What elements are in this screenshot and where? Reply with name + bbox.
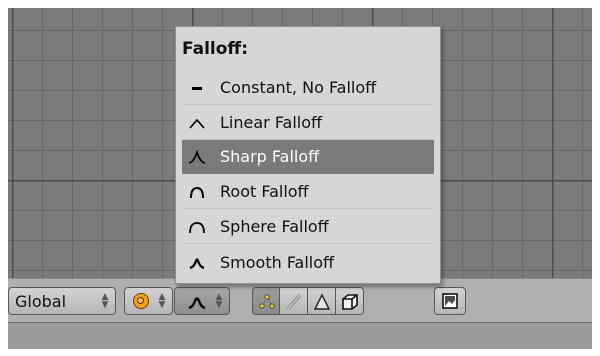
linear-falloff-icon xyxy=(184,113,210,133)
vertex-select-button[interactable] xyxy=(252,287,280,315)
menu-item-label: Sphere Falloff xyxy=(220,217,329,236)
sphere-falloff-icon xyxy=(184,217,210,237)
vertex-select-icon xyxy=(259,294,275,309)
face-select-icon xyxy=(313,293,331,310)
select-mode-group xyxy=(252,287,364,315)
smooth-falloff-icon xyxy=(188,297,206,310)
chevron-updown-icon: ▲ ▼ xyxy=(158,292,166,310)
constant-falloff-icon xyxy=(184,78,210,98)
orientation-dropdown[interactable]: Global ▲ ▼ xyxy=(8,287,116,315)
render-preview-button[interactable] xyxy=(434,287,466,315)
occlude-geometry-button[interactable] xyxy=(336,287,364,315)
menu-item-linear-falloff[interactable]: Linear Falloff xyxy=(182,106,434,140)
cube-icon xyxy=(342,294,358,310)
edge-select-icon xyxy=(286,294,302,310)
pivot-point-icon xyxy=(133,293,149,309)
face-select-button[interactable] xyxy=(308,287,336,315)
menu-item-smooth-falloff[interactable]: Smooth Falloff xyxy=(182,245,434,279)
falloff-popup-menu: Falloff: Constant, No Falloff Linear Fal… xyxy=(175,26,441,284)
menu-item-label: Smooth Falloff xyxy=(220,252,335,272)
proportional-falloff-dropdown[interactable]: ▲ ▼ xyxy=(174,287,230,315)
status-strip xyxy=(8,322,592,349)
menu-item-root-falloff[interactable]: Root Falloff xyxy=(182,175,434,209)
smooth-falloff-icon xyxy=(184,252,210,272)
chevron-updown-icon: ▲ ▼ xyxy=(215,292,223,310)
menu-item-label: Linear Falloff xyxy=(220,113,323,132)
image-icon xyxy=(442,293,458,309)
pivot-point-dropdown[interactable]: ▲ ▼ xyxy=(124,287,173,315)
sharp-falloff-icon xyxy=(184,147,210,167)
orientation-label: Global xyxy=(15,291,67,311)
menu-item-label: Constant, No Falloff xyxy=(220,78,377,97)
menu-item-sphere-falloff[interactable]: Sphere Falloff xyxy=(182,210,434,244)
viewport-header: Global ▲ ▼ ▲ ▼ ▲ ▼ xyxy=(8,278,592,323)
menu-item-constant-falloff[interactable]: Constant, No Falloff xyxy=(182,71,434,105)
menu-item-label: Root Falloff xyxy=(220,182,309,201)
menu-item-label: Sharp Falloff xyxy=(220,147,320,166)
menu-item-sharp-falloff[interactable]: Sharp Falloff xyxy=(182,140,434,174)
menu-title: Falloff: xyxy=(182,39,248,59)
chevron-updown-icon: ▲ ▼ xyxy=(101,292,109,310)
root-falloff-icon xyxy=(184,182,210,202)
edge-select-button[interactable] xyxy=(280,287,308,315)
